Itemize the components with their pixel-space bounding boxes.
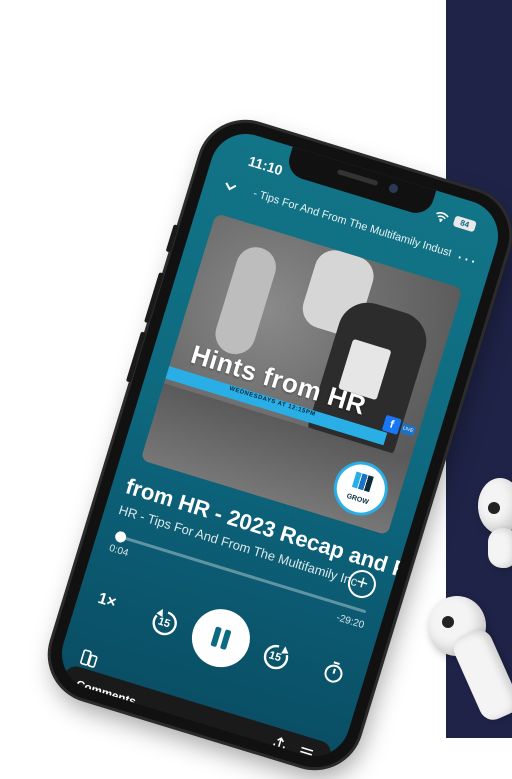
battery-icon: 84 bbox=[452, 215, 477, 233]
progress-thumb[interactable] bbox=[114, 530, 128, 544]
phone-frame: 11:10 84 - Tips For And From The Multifa… bbox=[39, 111, 512, 779]
sleep-timer-icon[interactable] bbox=[320, 659, 347, 686]
home-indicator bbox=[125, 742, 242, 765]
skip-back-button[interactable]: 15 bbox=[146, 604, 183, 641]
live-badge: LIVE bbox=[399, 422, 417, 437]
earbud-top-stem bbox=[488, 528, 512, 568]
pause-button[interactable] bbox=[184, 601, 258, 675]
queue-icon[interactable] bbox=[296, 743, 316, 763]
grow-logo-text: GROW bbox=[345, 492, 370, 507]
comments-label: Comments bbox=[74, 677, 138, 709]
status-time: 11:10 bbox=[246, 152, 285, 179]
skip-forward-button[interactable]: 15 bbox=[257, 638, 294, 675]
player-screen: 11:10 84 - Tips For And From The Multifa… bbox=[53, 125, 507, 765]
wifi-icon bbox=[436, 212, 449, 223]
time-remaining: -29:20 bbox=[335, 612, 366, 632]
time-elapsed: 0:04 bbox=[107, 542, 130, 560]
chevron-down-icon[interactable] bbox=[221, 176, 241, 196]
more-options-icon[interactable]: ··· bbox=[454, 246, 480, 272]
playback-speed-button[interactable]: 1× bbox=[96, 590, 118, 613]
status-icons: 84 bbox=[433, 210, 477, 233]
connect-device-icon[interactable] bbox=[78, 647, 100, 669]
